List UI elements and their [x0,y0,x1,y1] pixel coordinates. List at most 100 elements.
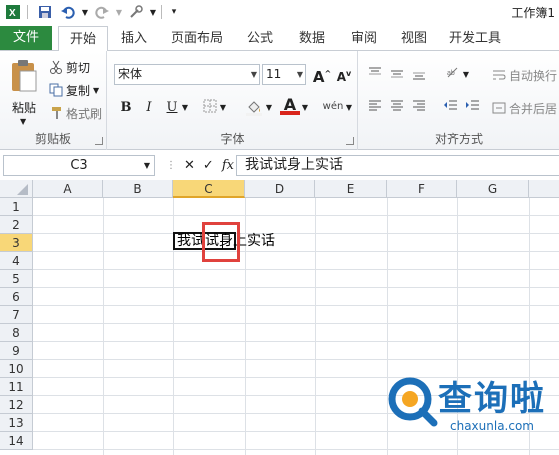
row-header-5[interactable]: 5 [0,270,33,288]
row-header-12[interactable]: 12 [0,396,33,414]
insert-function-icon[interactable]: fx [222,158,234,173]
tab-review[interactable]: 审阅 [342,26,386,51]
grid-line [33,305,559,306]
paste-icon [12,60,37,92]
row-header-3[interactable]: 3 [0,234,33,252]
increase-indent-icon[interactable] [463,98,483,118]
align-left-icon[interactable] [365,98,385,118]
grow-font-label: A [312,68,325,86]
clipboard-dialog-launcher[interactable] [95,137,103,145]
font-name-combo[interactable]: 宋体 ▼ [114,64,260,85]
font-color-dropdown-icon[interactable]: ▼ [300,98,310,118]
decrease-indent-icon[interactable] [441,98,461,118]
tab-view[interactable]: 视图 [392,26,436,51]
row-header-7[interactable]: 7 [0,306,33,324]
font-size-combo[interactable]: 11 ▼ [262,64,306,85]
row-header-13[interactable]: 13 [0,414,33,432]
svg-text:X: X [9,8,16,19]
undo-icon[interactable] [58,2,78,22]
row-header-11[interactable]: 11 [0,378,33,396]
bold-button[interactable]: B [116,98,136,118]
underline-button[interactable]: U [162,98,182,118]
row-header-9[interactable]: 9 [0,342,33,360]
row-header-4[interactable]: 4 [0,252,33,270]
tab-page-layout[interactable]: 页面布局 [164,26,230,51]
column-header-f[interactable]: F [387,180,457,198]
customize-qat-icon[interactable]: ▾ [169,2,179,22]
chevron-down-icon: ▼ [250,70,257,79]
tools-icon[interactable] [126,2,146,22]
phonetic-dropdown-icon[interactable]: ▼ [344,98,354,118]
cancel-icon[interactable]: ✕ [184,158,195,173]
tab-insert[interactable]: 插入 [112,26,156,51]
chevron-down-icon: ▼ [143,161,150,170]
align-center-icon[interactable] [387,98,407,118]
enter-icon[interactable]: ✓ [203,158,214,173]
title-bar: X ▼ ▼ ▼ ▾ 工作簿1 [0,0,559,24]
fill-color-button[interactable] [244,98,264,118]
paste-button[interactable]: 粘贴 ▼ [6,57,42,127]
align-middle-icon[interactable] [387,65,407,85]
align-right-icon[interactable] [409,98,429,118]
select-all-corner[interactable] [0,180,33,198]
font-size-value: 11 [266,67,282,81]
align-top-icon[interactable] [365,65,385,85]
merge-center-button[interactable]: 合并后居 [491,98,557,118]
borders-dropdown-icon[interactable]: ▼ [218,98,228,118]
tab-developer[interactable]: 开发工具 [442,26,508,51]
column-header-a[interactable]: A [33,180,103,198]
phonetic-button[interactable]: wén [320,97,346,117]
orientation-dropdown-icon[interactable]: ▼ [461,65,471,85]
italic-button[interactable]: I [139,98,159,118]
column-header-b[interactable]: B [103,180,173,198]
row-header-1[interactable]: 1 [0,198,33,216]
column-header-d[interactable]: D [245,180,315,198]
tab-home[interactable]: 开始 [58,26,108,52]
row-header-14[interactable]: 14 [0,432,33,450]
format-painter-button[interactable]: 格式刷 [48,103,102,123]
font-dialog-launcher[interactable] [346,137,354,145]
orientation-icon[interactable]: ab [443,65,463,85]
copy-button[interactable]: 复制 ▼ [48,80,99,100]
column-header-e[interactable]: E [315,180,387,198]
shrink-font-button[interactable]: Av [334,64,354,84]
cut-button[interactable]: 剪切 [48,57,90,77]
borders-button[interactable] [200,98,220,118]
column-header-c[interactable]: C [173,180,245,198]
row-header-8[interactable]: 8 [0,324,33,342]
row-header-10[interactable]: 10 [0,360,33,378]
format-painter-label: 格式刷 [66,106,103,121]
row-header-6[interactable]: 6 [0,288,33,306]
row-header-2[interactable]: 2 [0,216,33,234]
copy-label: 复制 [66,83,91,98]
font-group: 宋体 ▼ 11 ▼ A^ Av B I U ▼ ▼ ▼ A ▼ wén ▼ 字体 [108,51,358,150]
column-header-g[interactable]: G [457,180,529,198]
grid-line [33,287,559,288]
formula-input[interactable]: 我试试身上实话 [236,155,559,176]
formula-bar: C3 ▼ ⋮ ✕ ✓ fx 我试试身上实话 [0,154,559,178]
font-group-label: 字体 [220,132,245,146]
chevron-down-icon: ▼ [296,70,303,79]
redo-icon[interactable] [92,2,112,22]
tab-file[interactable]: 文件 [0,26,52,50]
undo-dropdown-icon[interactable]: ▼ [81,2,89,22]
wrap-text-button[interactable]: 自动换行 [491,65,557,85]
fill-color-dropdown-icon[interactable]: ▼ [264,98,274,118]
scissors-icon [48,59,64,75]
alignment-group: ab ▼ 自动换行 合并后居 对齐方式 [359,51,559,150]
tools-dropdown-icon[interactable]: ▼ [149,2,157,22]
name-box[interactable]: C3 ▼ [3,155,155,176]
column-header-partial[interactable] [529,180,559,198]
clipboard-group: 粘贴 ▼ 剪切 复制 ▼ 格式刷 剪贴板 [0,51,107,150]
underline-dropdown-icon[interactable]: ▼ [180,98,190,118]
save-icon[interactable] [35,2,55,22]
paste-dropdown-icon[interactable]: ▼ [20,117,26,126]
copy-dropdown-icon[interactable]: ▼ [93,86,99,95]
font-color-button[interactable]: A [280,95,300,115]
redo-dropdown-icon[interactable]: ▼ [115,2,123,22]
align-bottom-icon[interactable] [409,65,429,85]
tab-data[interactable]: 数据 [290,26,334,51]
tab-formulas[interactable]: 公式 [238,26,282,51]
grid-line [33,233,559,234]
grow-font-button[interactable]: A^ [312,64,332,86]
